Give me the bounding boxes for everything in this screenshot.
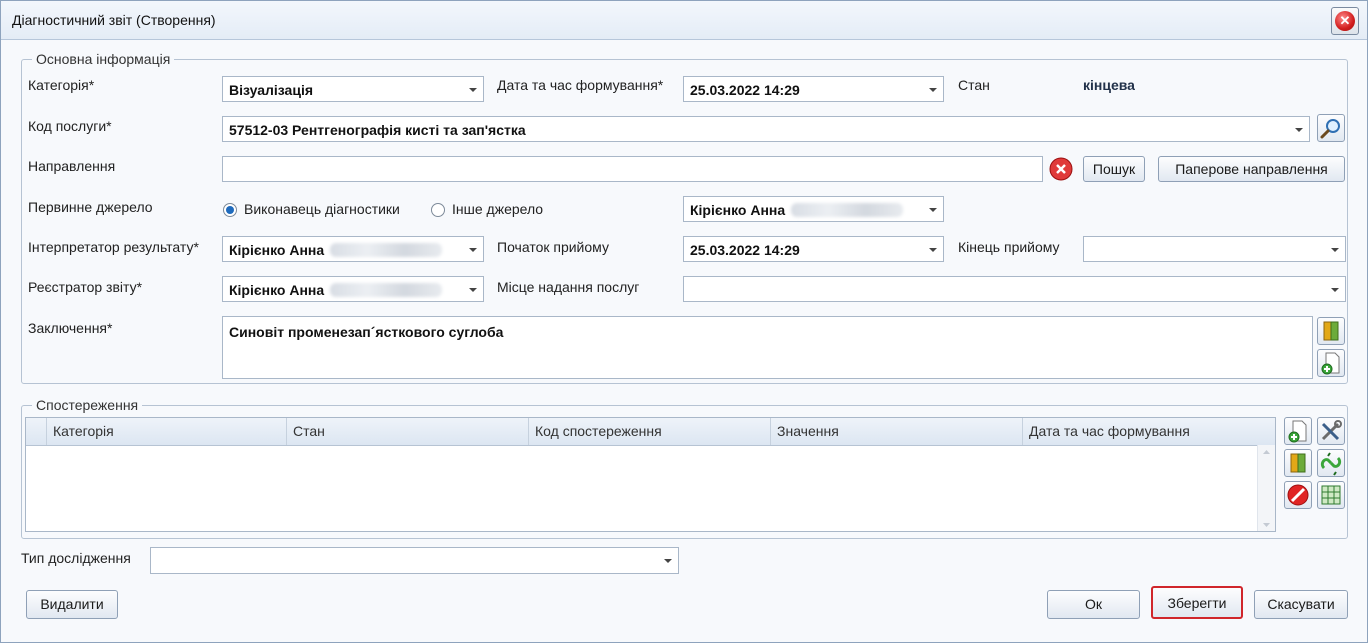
- column-header[interactable]: Стан: [286, 418, 528, 445]
- formation-datetime-value: 25.03.2022 14:29: [690, 82, 800, 98]
- no-entry-icon: [1287, 484, 1309, 506]
- column-header[interactable]: Дата та час формування: [1022, 418, 1253, 445]
- chevron-down-icon: [1331, 288, 1339, 292]
- conclusion-textarea[interactable]: Синовіт променезап´ясткового суглоба: [222, 316, 1313, 379]
- state-label: Стан: [958, 77, 990, 93]
- chevron-down-icon: [929, 208, 937, 212]
- service-code-label: Код послуги*: [28, 118, 112, 134]
- state-value: кінцева: [1083, 77, 1135, 93]
- service-place-label: Місце надання послуг: [497, 279, 640, 295]
- radio-performer[interactable]: [223, 203, 237, 217]
- delete-observation-button[interactable]: [1284, 481, 1312, 509]
- service-place-select[interactable]: [683, 276, 1346, 302]
- add-document-icon: [1288, 420, 1307, 443]
- table-settings-button[interactable]: [1317, 481, 1345, 509]
- chevron-down-icon: [929, 88, 937, 92]
- add-observation-button[interactable]: [1284, 417, 1312, 445]
- primary-source-label: Первинне джерело: [28, 199, 153, 215]
- save-button[interactable]: Зберегти: [1151, 586, 1243, 619]
- interpreter-value: Кірієнко Анна: [229, 242, 443, 258]
- category-label: Категорія*: [28, 77, 95, 93]
- referral-input[interactable]: [222, 156, 1043, 182]
- link-observation-button[interactable]: [1317, 449, 1345, 477]
- referral-label: Направлення: [28, 158, 116, 174]
- close-button[interactable]: ✕: [1331, 7, 1359, 35]
- interpreter-select[interactable]: Кірієнко Анна: [222, 236, 484, 262]
- service-code-value: 57512-03 Рентгенографія кисті та зап'яст…: [229, 122, 526, 138]
- primary-source-person-select[interactable]: Кірієнко Анна: [683, 196, 944, 222]
- registrar-label: Реєстратор звіту*: [28, 279, 143, 295]
- radio-other-source-label[interactable]: Інше джерело: [452, 201, 543, 217]
- reception-end-label: Кінець прийому: [958, 239, 1060, 255]
- cancel-button[interactable]: Скасувати: [1254, 590, 1348, 619]
- observation-templates-button[interactable]: [1284, 449, 1312, 477]
- reception-start-value: 25.03.2022 14:29: [690, 242, 800, 258]
- registrar-value: Кірієнко Анна: [229, 282, 443, 298]
- primary-source-person-name: Кірієнко Анна: [690, 202, 786, 218]
- study-type-select[interactable]: [150, 547, 679, 574]
- observations-legend: Спостереження: [36, 397, 139, 413]
- redacted-text: [791, 203, 904, 217]
- spreadsheet-icon: [1321, 485, 1341, 505]
- tools-icon: [1321, 420, 1342, 441]
- magnifier-icon: [1320, 119, 1340, 139]
- chevron-down-icon: [664, 559, 672, 563]
- edit-observation-button[interactable]: [1317, 417, 1345, 445]
- study-type-label: Тип дослідження: [21, 550, 131, 566]
- reception-end-select[interactable]: [1083, 236, 1346, 262]
- title-bar: Діагностичний звіт (Створення) ✕: [1, 1, 1367, 40]
- column-header[interactable]: Код спостереження: [528, 418, 770, 445]
- primary-source-person-value: Кірієнко Анна: [690, 202, 904, 218]
- chevron-down-icon: [469, 88, 477, 92]
- row-indicator-header: [26, 418, 46, 445]
- conclusion-templates-button[interactable]: [1317, 317, 1345, 345]
- main-info-legend: Основна інформація: [36, 51, 171, 67]
- registrar-select[interactable]: Кірієнко Анна: [222, 276, 484, 302]
- paper-referral-button[interactable]: Паперове направлення: [1158, 156, 1345, 182]
- clear-referral-button[interactable]: [1049, 157, 1073, 181]
- window-title: Діагностичний звіт (Створення): [12, 12, 216, 28]
- clear-icon: [1049, 157, 1073, 181]
- service-search-button[interactable]: [1317, 114, 1345, 142]
- formation-datetime-select[interactable]: 25.03.2022 14:29: [683, 76, 944, 102]
- chevron-down-icon: [1295, 128, 1303, 132]
- reception-start-select[interactable]: 25.03.2022 14:29: [683, 236, 944, 262]
- book-icon: [1323, 321, 1339, 341]
- ok-button[interactable]: Ок: [1047, 590, 1140, 619]
- link-icon: [1320, 452, 1342, 476]
- interpreter-name: Кірієнко Анна: [229, 242, 325, 258]
- add-document-icon: [1321, 352, 1340, 375]
- dialog-content: Основна інформація Категорія* Візуалізац…: [1, 40, 1367, 642]
- chevron-down-icon: [469, 248, 477, 252]
- radio-other-source[interactable]: [431, 203, 445, 217]
- delete-button[interactable]: Видалити: [26, 590, 118, 619]
- service-code-select[interactable]: 57512-03 Рентгенографія кисті та зап'яст…: [222, 116, 1310, 142]
- redacted-text: [330, 243, 443, 257]
- category-value: Візуалізація: [229, 82, 314, 98]
- formation-datetime-label: Дата та час формування*: [497, 77, 664, 93]
- close-icon: ✕: [1335, 11, 1355, 31]
- vertical-scrollbar[interactable]: [1257, 445, 1275, 531]
- chevron-down-icon: [469, 288, 477, 292]
- conclusion-value: Синовіт променезап´ясткового суглоба: [229, 324, 504, 340]
- column-header[interactable]: Категорія: [46, 418, 286, 445]
- radio-performer-label[interactable]: Виконавець діагностики: [244, 201, 400, 217]
- conclusion-label: Заключення*: [28, 320, 113, 336]
- interpreter-label: Інтерпретатор результату*: [28, 239, 199, 255]
- column-header[interactable]: Значення: [770, 418, 1022, 445]
- scroll-arrows-icon: [1263, 450, 1270, 527]
- category-select[interactable]: Візуалізація: [222, 76, 484, 102]
- referral-search-button[interactable]: Пошук: [1083, 156, 1145, 182]
- redacted-text: [330, 283, 443, 297]
- book-icon: [1290, 453, 1306, 473]
- observations-table[interactable]: Категорія Стан Код спостереження Значенн…: [25, 417, 1276, 532]
- registrar-name: Кірієнко Анна: [229, 282, 325, 298]
- chevron-down-icon: [1331, 248, 1339, 252]
- conclusion-add-button[interactable]: [1317, 349, 1345, 377]
- diagnostic-report-dialog: Діагностичний звіт (Створення) ✕ Основна…: [0, 0, 1368, 643]
- observations-table-header: Категорія Стан Код спостереження Значенн…: [26, 418, 1275, 446]
- reception-start-label: Початок прийому: [497, 239, 609, 255]
- chevron-down-icon: [929, 248, 937, 252]
